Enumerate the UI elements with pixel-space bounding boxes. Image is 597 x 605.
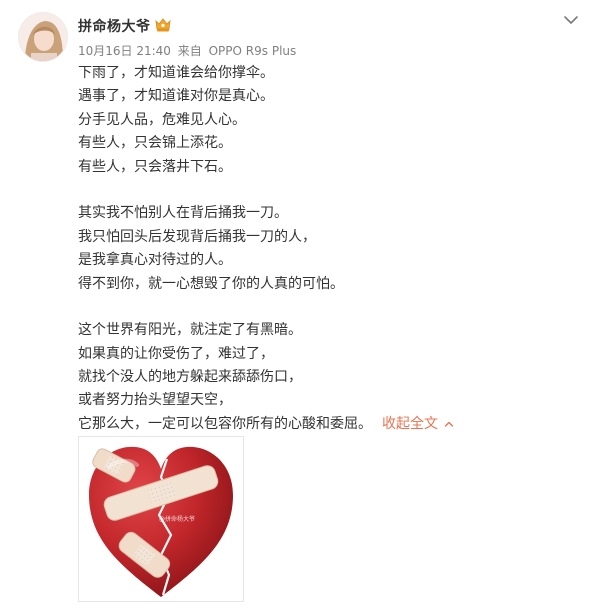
post-text: 下雨了，才知道谁会给你撑伞。 遇事了，才知道谁对你是真心。 分手见人品，危难见人… [78,62,578,436]
post-line: 或者努力抬头望望天空， [78,392,232,409]
post-line-text: 它那么大，一定可以包容你所有的心酸和委屈。 [78,415,372,432]
post-line: 这个世界有阳光，就注定了有黑暗。 [78,322,302,339]
post-line: 是我拿真心对待过的人。 [78,252,232,269]
vip-badge-icon[interactable] [154,17,172,33]
post-line: 我只怕回头后发现背后捅我一刀的人， [78,228,316,245]
post-date[interactable]: 10月16日 21:40 [78,44,171,58]
source-prefix: 来自 [177,44,202,58]
post-line: 得不到你，就一心想毁了你的人真的可怕。 [78,275,344,292]
collapse-label: 收起全文 [382,415,438,432]
post-line: 其实我不怕别人在背后捅我一刀。 [78,205,288,222]
post-image[interactable]: @拼命杨大爷 [78,436,244,602]
post-line: 下雨了，才知道谁会给你撑伞。 [78,65,274,81]
post-line: 分手见人品，危难见人心。 [78,111,246,128]
post-meta: 10月16日 21:40 来自 OPPO R9s Plus [78,42,299,59]
post-line: 遇事了，才知道谁对你是真心。 [78,88,274,105]
collapse-text-link[interactable]: 收起全文 [382,416,454,432]
post-line: 有些人，只会落井下石。 [78,158,232,175]
post-line: 如果真的让你受伤了，难过了， [78,345,274,362]
post-line: 有些人，只会锦上添花。 [78,135,232,152]
post-line-last: 它那么大，一定可以包容你所有的心酸和委屈。 收起全文 [78,413,578,436]
post-line: 就找个没人的地方躲起来舔舔伤口， [78,369,302,386]
image-watermark: @拼命杨大爷 [159,515,195,523]
username[interactable]: 拼命杨大爷 [78,16,151,36]
chevron-up-icon [444,421,454,427]
avatar[interactable] [18,12,68,62]
chevron-down-icon[interactable] [561,10,581,30]
post-device[interactable]: OPPO R9s Plus [209,44,297,58]
